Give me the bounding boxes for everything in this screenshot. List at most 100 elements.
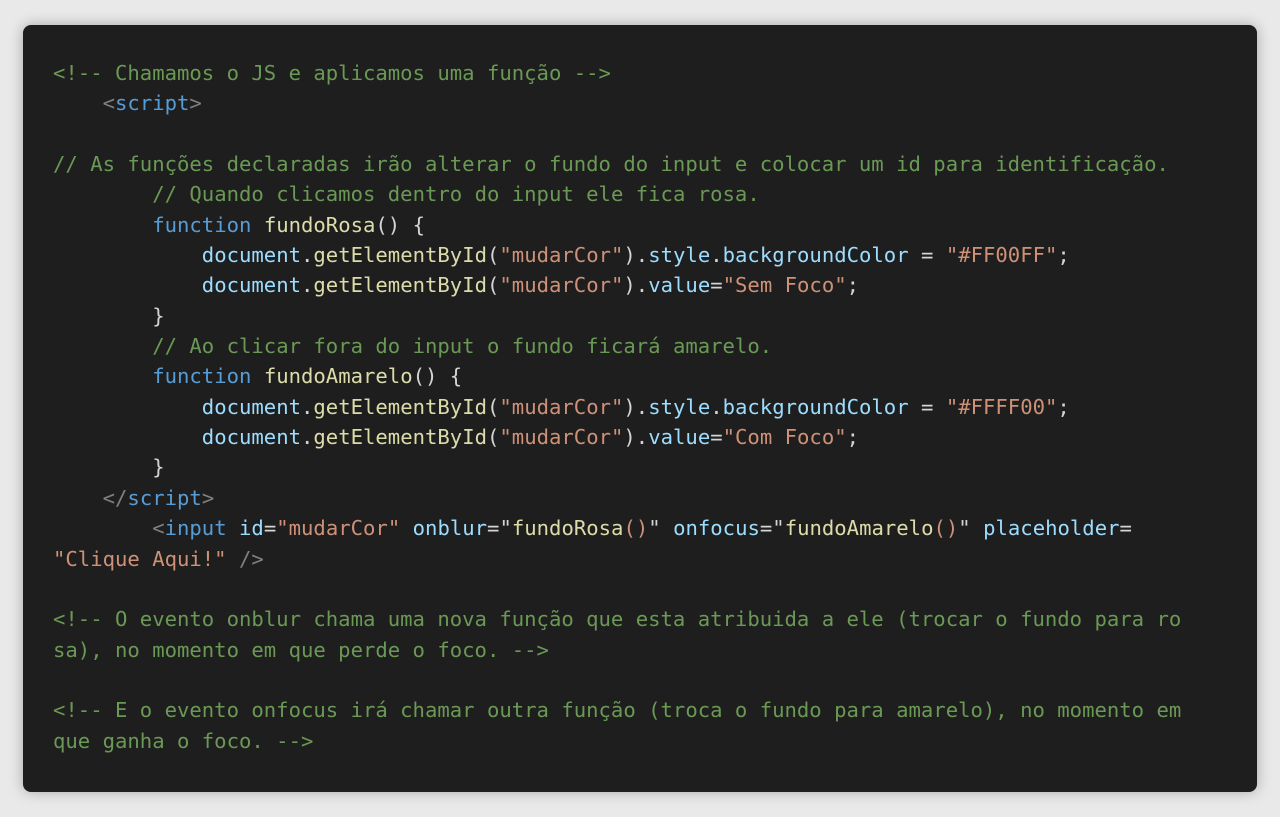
code-token: backgroundColor bbox=[722, 394, 909, 419]
code-token: () bbox=[933, 516, 959, 541]
code-token: document bbox=[201, 425, 301, 450]
code-token: value bbox=[648, 273, 711, 298]
code-token: . bbox=[710, 243, 723, 268]
code-line: document.getElementById("mudarCor").styl… bbox=[53, 392, 1181, 422]
code-token: style bbox=[648, 394, 711, 419]
code-line: function fundoRosa() { bbox=[53, 210, 1181, 240]
code-token: () bbox=[623, 516, 649, 541]
code-token: onfocus bbox=[673, 516, 760, 541]
code-line: document.getElementById("mudarCor").styl… bbox=[53, 240, 1181, 270]
code-token: ). bbox=[623, 425, 649, 450]
code-token: /> bbox=[239, 546, 264, 571]
code-token: script bbox=[115, 91, 190, 116]
code-token: fundoRosa bbox=[511, 516, 624, 541]
code-token: ). bbox=[623, 243, 649, 268]
code-token: "#FF00FF" bbox=[945, 243, 1058, 268]
code-token: fundoAmarelo bbox=[784, 516, 934, 541]
code-token: <!-- E o evento onfocus irá chamar outra… bbox=[53, 698, 1182, 723]
code-token: < bbox=[152, 516, 165, 541]
code-line: <!-- Chamamos o JS e aplicamos uma funçã… bbox=[53, 58, 1181, 88]
code-token: function bbox=[152, 212, 252, 237]
code-token: style bbox=[648, 243, 711, 268]
code-token: onblur bbox=[412, 516, 488, 541]
code-token: = bbox=[908, 394, 946, 419]
code-token: <!-- O evento onblur chama uma nova funç… bbox=[53, 607, 1182, 632]
code-line: // As funções declaradas irão alterar o … bbox=[53, 149, 1181, 179]
code-token: // As funções declaradas irão alterar o … bbox=[53, 152, 1169, 177]
code-token: ; bbox=[846, 425, 860, 450]
code-token: < bbox=[102, 91, 116, 116]
code-token: script bbox=[127, 485, 202, 510]
code-token: "#FFFF00" bbox=[945, 394, 1058, 419]
code-token: "Com Foco" bbox=[722, 425, 847, 450]
code-token: > bbox=[189, 91, 202, 116]
code-line: <input id="mudarCor" onblur="fundoRosa()… bbox=[53, 513, 1181, 543]
code-token: "Sem Foco" bbox=[722, 273, 847, 298]
code-token: . bbox=[301, 243, 314, 268]
code-token: = bbox=[710, 425, 723, 450]
code-token: "Clique Aqui!" bbox=[53, 546, 227, 571]
code-token: . bbox=[301, 273, 314, 298]
code-token: </ bbox=[102, 485, 128, 510]
code-token: ( bbox=[487, 273, 500, 298]
code-token: " bbox=[958, 516, 984, 541]
code-token: getElementById bbox=[313, 394, 487, 419]
code-token: "mudarCor" bbox=[499, 394, 624, 419]
code-token: . bbox=[710, 394, 723, 419]
code-line: que ganha o foco. --> bbox=[53, 726, 1181, 756]
code-token: que ganha o foco. --> bbox=[53, 728, 314, 753]
code-token: . bbox=[301, 425, 314, 450]
code-token: ). bbox=[623, 273, 649, 298]
code-token: () { bbox=[412, 364, 463, 389]
code-token: . bbox=[301, 394, 314, 419]
code-token: getElementById bbox=[313, 243, 487, 268]
code-token: document bbox=[201, 273, 301, 298]
code-line: sa), no momento em que perde o foco. --> bbox=[53, 635, 1181, 665]
code-token: } bbox=[53, 455, 165, 480]
code-token: fundoRosa bbox=[263, 212, 376, 237]
code-token: function bbox=[152, 364, 252, 389]
code-line: <!-- O evento onblur chama uma nova funç… bbox=[53, 604, 1181, 634]
code-token: ). bbox=[623, 394, 649, 419]
code-token: =" bbox=[487, 516, 512, 541]
code-line: } bbox=[53, 301, 1181, 331]
code-token: backgroundColor bbox=[722, 243, 909, 268]
code-token: ; bbox=[1057, 394, 1070, 419]
code-token: // Quando clicamos dentro do input ele f… bbox=[152, 182, 760, 207]
code-line: <!-- E o evento onfocus irá chamar outra… bbox=[53, 695, 1181, 725]
code-token: = bbox=[263, 516, 277, 541]
code-line: // Quando clicamos dentro do input ele f… bbox=[53, 179, 1181, 209]
code-line: </script> bbox=[53, 483, 1181, 513]
code-block: <!-- Chamamos o JS e aplicamos uma funçã… bbox=[23, 25, 1257, 792]
code-token: getElementById bbox=[313, 425, 487, 450]
code-token: ; bbox=[846, 273, 860, 298]
code-token: ( bbox=[487, 425, 500, 450]
code-token: ; bbox=[1057, 243, 1070, 268]
code-token: =" bbox=[759, 516, 785, 541]
code-line: document.getElementById("mudarCor").valu… bbox=[53, 270, 1181, 300]
code-line: function fundoAmarelo() { bbox=[53, 361, 1181, 391]
code-token: document bbox=[201, 394, 301, 419]
code-token: ( bbox=[487, 394, 500, 419]
code-token: getElementById bbox=[313, 273, 487, 298]
code-token: = bbox=[710, 273, 723, 298]
code-token: = bbox=[908, 243, 946, 268]
